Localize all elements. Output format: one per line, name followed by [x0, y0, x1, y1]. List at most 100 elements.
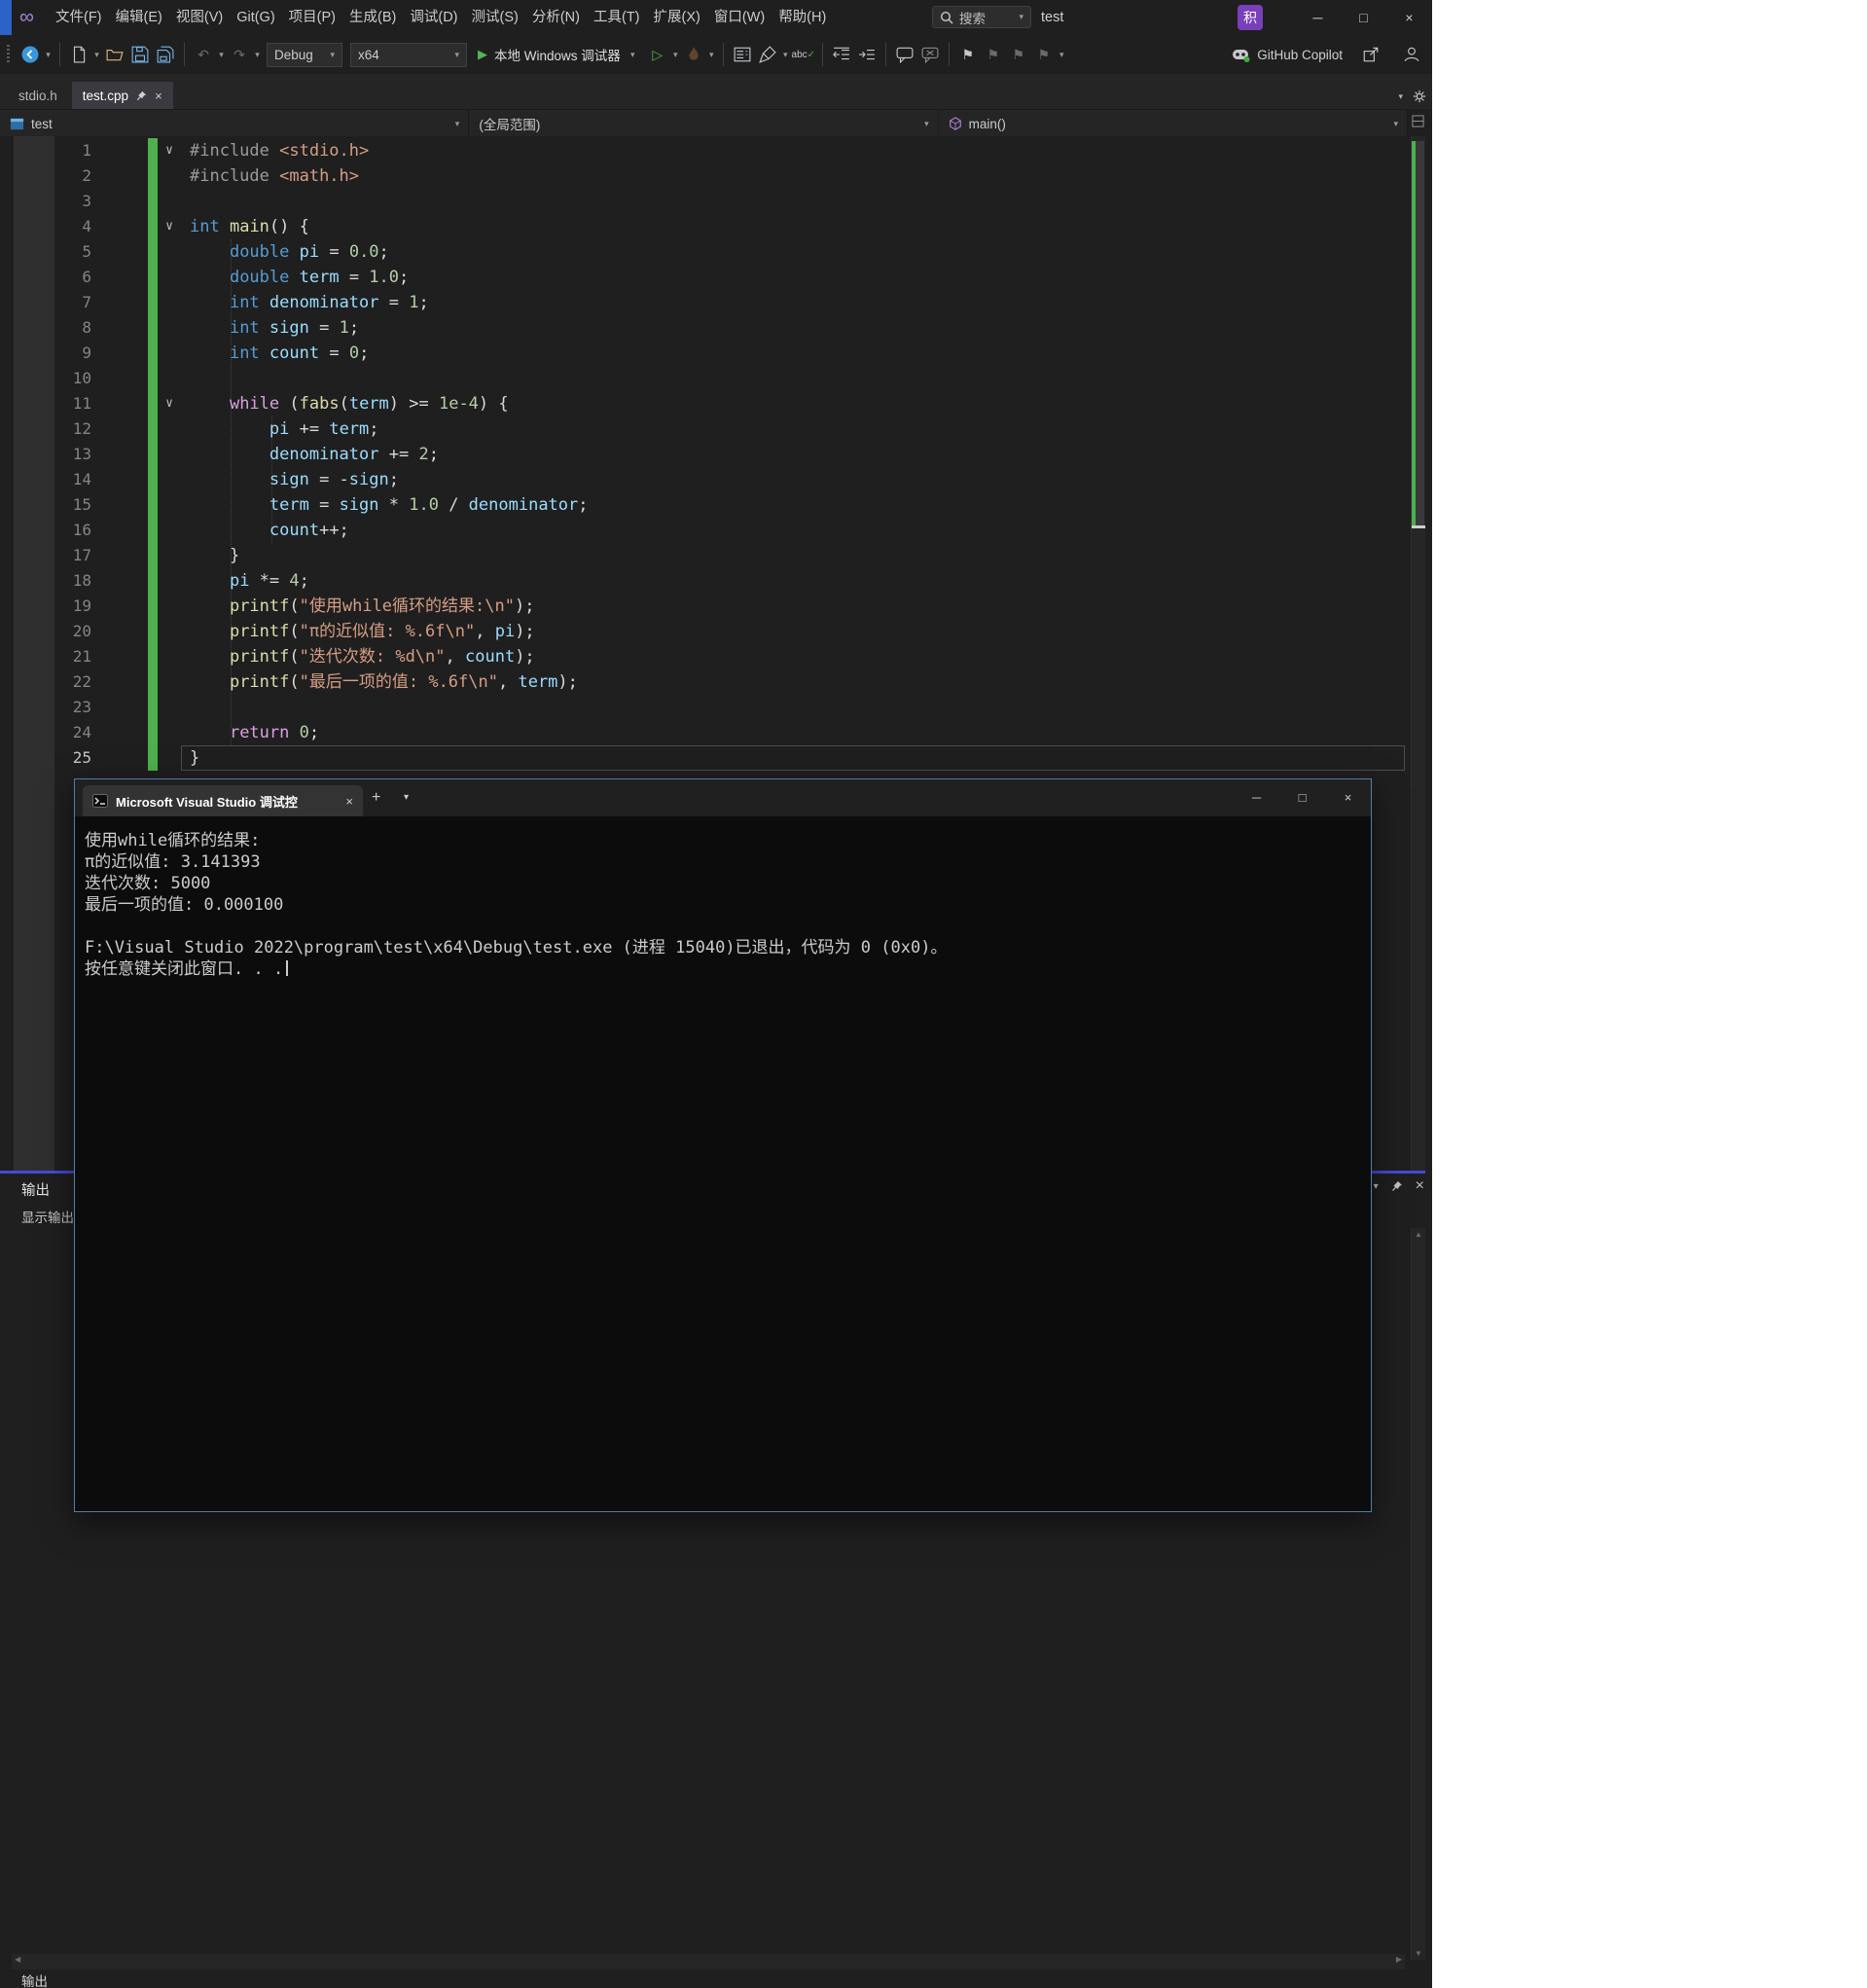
solution-configuration-dropdown[interactable]: Debug ▾	[267, 42, 342, 67]
solution-platform-dropdown[interactable]: x64 ▾	[350, 42, 467, 67]
clear-bookmarks-button[interactable]: ⚑	[1031, 42, 1057, 67]
toggle-bookmark-button[interactable]: ⚑	[955, 42, 981, 67]
navigate-back-caret-icon[interactable]: ▾	[43, 50, 54, 60]
code-line-24[interactable]: 24 return 0;	[0, 720, 1411, 745]
code-line-6[interactable]: 6 double term = 1.0;	[0, 265, 1411, 290]
code-line-14[interactable]: 14 sign = -sign;	[0, 467, 1411, 492]
console-title-bar[interactable]: Microsoft Visual Studio 调试控 × + ▾ ─ □ ×	[75, 779, 1371, 816]
document-list-caret-icon[interactable]: ▾	[1398, 91, 1403, 102]
navigate-back-button[interactable]	[18, 42, 43, 67]
code-line-16[interactable]: 16 count++;	[0, 518, 1411, 543]
start-debugging-button[interactable]: ▶ 本地 Windows 调试器 ▾	[471, 41, 645, 68]
tab-close-icon[interactable]: ×	[155, 89, 162, 103]
spell-checker-button[interactable]: abc ✓	[791, 42, 816, 67]
increase-indent-button[interactable]	[854, 42, 880, 67]
toolbar-grip[interactable]	[7, 45, 10, 64]
console-close-button[interactable]: ×	[1325, 779, 1371, 816]
fold-chevron-icon[interactable]: ∨	[159, 138, 180, 163]
code-line-10[interactable]: 10	[0, 366, 1411, 391]
code-line-7[interactable]: 7 int denominator = 1;	[0, 290, 1411, 315]
code-line-17[interactable]: 17 }	[0, 543, 1411, 568]
search-box[interactable]: 搜索 ▾	[932, 6, 1031, 28]
menu-item[interactable]: 文件(F)	[49, 0, 109, 35]
code-line-8[interactable]: 8 int sign = 1;	[0, 315, 1411, 341]
code-cleanup-button[interactable]	[755, 42, 780, 67]
save-all-button[interactable]	[153, 42, 178, 67]
output-bottom-tab[interactable]: 输出	[14, 1972, 55, 1988]
fold-chevron-icon[interactable]: ∨	[159, 391, 180, 416]
decrease-indent-button[interactable]	[829, 42, 854, 67]
split-window-button[interactable]	[1412, 115, 1424, 127]
undo-button[interactable]: ↶	[191, 42, 216, 67]
code-line-21[interactable]: 21 printf("迭代次数: %d\n", count);	[0, 644, 1411, 669]
bookmarks-caret-icon[interactable]: ▾	[1057, 50, 1067, 60]
code-line-23[interactable]: 23	[0, 695, 1411, 720]
scroll-right-icon[interactable]: ▶	[1396, 1955, 1402, 1964]
redo-button[interactable]: ↷	[227, 42, 252, 67]
console-minimize-button[interactable]: ─	[1234, 779, 1279, 816]
redo-caret-icon[interactable]: ▾	[252, 50, 263, 60]
menu-item[interactable]: 测试(S)	[465, 0, 525, 35]
menu-item[interactable]: 帮助(H)	[772, 0, 833, 35]
open-file-button[interactable]	[102, 42, 127, 67]
fold-chevron-icon[interactable]: ∨	[159, 214, 180, 239]
code-line-13[interactable]: 13 denominator += 2;	[0, 442, 1411, 467]
output-window-position-caret-icon[interactable]: ▾	[1374, 1181, 1379, 1192]
code-cleanup-caret-icon[interactable]: ▾	[780, 50, 791, 60]
undo-caret-icon[interactable]: ▾	[216, 50, 227, 60]
share-icon[interactable]	[1358, 42, 1383, 67]
menu-item[interactable]: 视图(V)	[169, 0, 230, 35]
close-button[interactable]: ×	[1386, 0, 1432, 35]
previous-bookmark-button[interactable]: ⚑	[981, 42, 1006, 67]
code-line-19[interactable]: 19 printf("使用while循环的结果:\n");	[0, 594, 1411, 619]
code-line-4[interactable]: 4 ∨ int main() {	[0, 214, 1411, 239]
code-line-25[interactable]: 25}	[0, 745, 1411, 771]
code-line-9[interactable]: 9 int count = 0;	[0, 341, 1411, 366]
code-line-3[interactable]: 3	[0, 189, 1411, 214]
menu-item[interactable]: 编辑(E)	[109, 0, 169, 35]
comment-button[interactable]	[892, 42, 917, 67]
hot-reload-button[interactable]	[681, 42, 706, 67]
output-vertical-scrollbar[interactable]: ▲ ▼	[1411, 1228, 1425, 1960]
console-tab-dropdown-icon[interactable]: ▾	[404, 779, 409, 816]
scroll-left-icon[interactable]: ◀	[15, 1955, 20, 1964]
console-tab-close-icon[interactable]: ×	[345, 794, 353, 809]
menu-item[interactable]: 扩展(X)	[647, 0, 707, 35]
menu-item[interactable]: Git(G)	[230, 0, 281, 35]
member-dropdown[interactable]: main() ▾	[939, 110, 1408, 137]
send-feedback-icon[interactable]	[1399, 42, 1424, 67]
search-caret-icon[interactable]: ▾	[1019, 12, 1023, 22]
console-tab[interactable]: Microsoft Visual Studio 调试控 ×	[83, 785, 363, 816]
scroll-down-icon[interactable]: ▼	[1412, 1949, 1425, 1958]
menu-item[interactable]: 分析(N)	[525, 0, 587, 35]
start-without-debugging-button[interactable]: ▷	[645, 42, 670, 67]
output-close-icon[interactable]: ×	[1416, 1177, 1424, 1195]
console-new-tab-button[interactable]: +	[372, 779, 380, 816]
scope-dropdown[interactable]: (全局范围) ▾	[469, 110, 939, 137]
code-line-1[interactable]: 1 ∨ #include <stdio.h>	[0, 138, 1411, 163]
editor-vertical-scrollbar[interactable]	[1411, 136, 1425, 1171]
code-line-11[interactable]: 11 ∨ while (fabs(term) >= 1e-4) {	[0, 391, 1411, 416]
output-pin-icon[interactable]	[1391, 1180, 1403, 1192]
code-line-22[interactable]: 22 printf("最后一项的值: %.6f\n", term);	[0, 669, 1411, 695]
account-avatar[interactable]: 积	[1238, 5, 1263, 30]
output-horizontal-scrollbar[interactable]: ◀ ▶	[12, 1954, 1405, 1970]
menu-item[interactable]: 项目(P)	[282, 0, 342, 35]
project-dropdown[interactable]: test ▾	[0, 110, 470, 137]
menu-item[interactable]: 工具(T)	[587, 0, 647, 35]
minimize-button[interactable]: ─	[1295, 0, 1341, 35]
new-file-button[interactable]	[66, 42, 91, 67]
hot-reload-caret-icon[interactable]: ▾	[706, 50, 717, 60]
member-list-button[interactable]	[730, 42, 755, 67]
code-line-5[interactable]: 5 double pi = 0.0;	[0, 239, 1411, 265]
menu-item[interactable]: 窗口(W)	[707, 0, 772, 35]
maximize-button[interactable]: □	[1341, 0, 1386, 35]
code-line-2[interactable]: 2 #include <math.h>	[0, 163, 1411, 189]
next-bookmark-button[interactable]: ⚑	[1006, 42, 1031, 67]
tab-test.cpp[interactable]: test.cpp ×	[71, 82, 173, 109]
new-file-caret-icon[interactable]: ▾	[91, 50, 102, 60]
menu-item[interactable]: 生成(B)	[342, 0, 403, 35]
code-line-15[interactable]: 15 term = sign * 1.0 / denominator;	[0, 492, 1411, 518]
tab-pin-icon[interactable]	[136, 90, 147, 101]
tab-stdio.h[interactable]: stdio.h	[8, 82, 68, 109]
